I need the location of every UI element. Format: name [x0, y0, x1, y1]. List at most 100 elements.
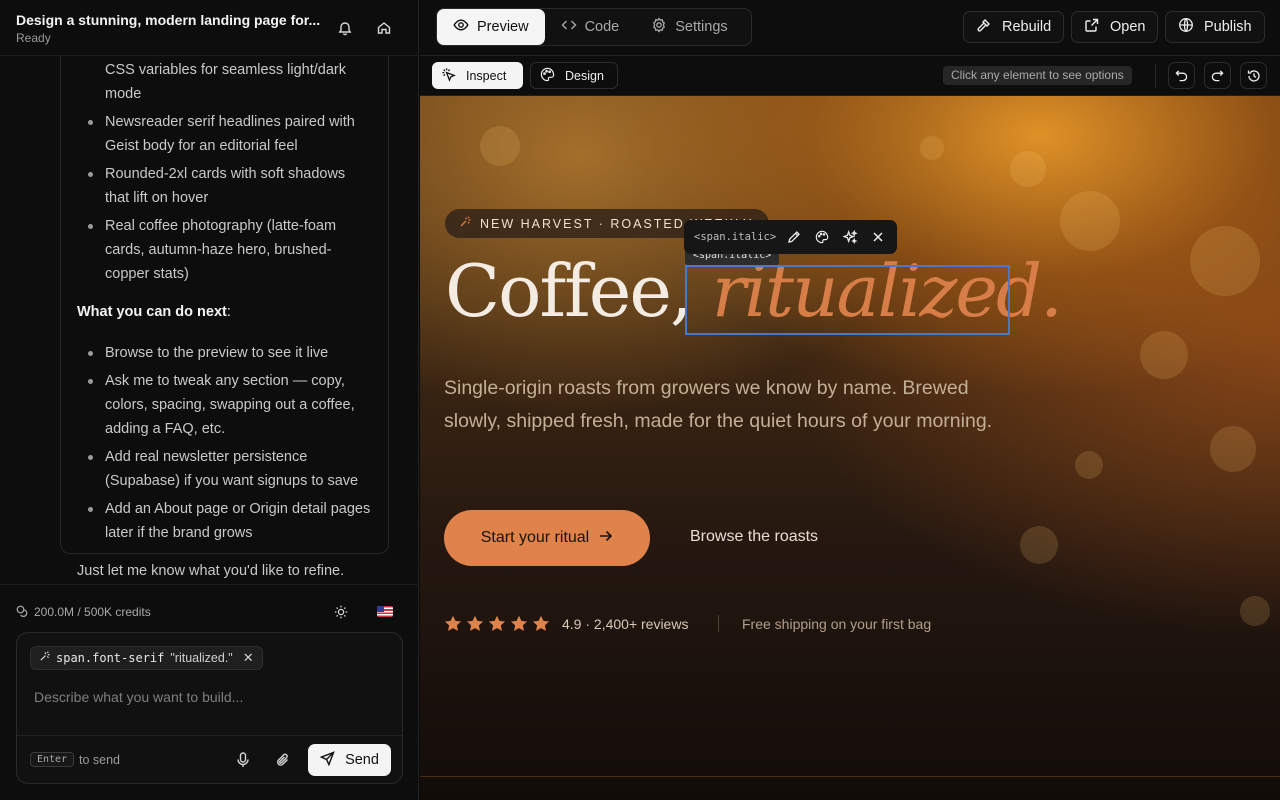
browse-roasts-link[interactable]: Browse the roasts: [690, 528, 818, 546]
workspace-topbar: Preview Code Settings Rebuild Open Publi…: [420, 0, 1280, 56]
chip-text: "ritualized.": [170, 651, 233, 665]
element-toolbar: <span.italic>: [684, 220, 897, 254]
design-button[interactable]: Design: [530, 62, 618, 89]
list-item: Newsreader serif headlines paired with G…: [88, 110, 373, 158]
bokeh-light: [1020, 526, 1058, 564]
external-link-icon: [1084, 17, 1100, 37]
star-icon: [488, 615, 506, 631]
theme-toggle-sun-icon[interactable]: [330, 601, 352, 623]
selected-element-chip[interactable]: span.font-serif "ritualized." ✕: [30, 646, 263, 670]
selection-outline: [685, 265, 1010, 335]
list-item: Rounded-2xl cards with soft shadows that…: [88, 162, 373, 210]
send-label: Send: [345, 752, 379, 768]
star-icon: [466, 615, 484, 631]
open-label: Open: [1110, 19, 1146, 35]
bokeh-light: [920, 136, 944, 160]
bokeh-light: [1210, 426, 1256, 472]
chip-remove-icon[interactable]: ✕: [243, 650, 254, 666]
tab-settings[interactable]: Settings: [635, 9, 743, 45]
close-icon[interactable]: [864, 223, 892, 251]
bokeh-light: [1190, 226, 1260, 296]
pencil-icon[interactable]: [780, 223, 808, 251]
redo-icon[interactable]: [1204, 62, 1231, 89]
list-item: Add an About page or Origin detail pages…: [88, 497, 373, 545]
tab-code[interactable]: Code: [545, 9, 636, 45]
send-button[interactable]: Send: [308, 744, 391, 776]
sparkle-icon: [39, 651, 50, 665]
element-tag: <span.italic>: [694, 231, 777, 243]
sparkle-icon: [459, 216, 471, 231]
list-item: Real coffee photography (latte-foam card…: [88, 214, 373, 286]
rebuild-label: Rebuild: [1002, 19, 1052, 35]
list-item: CSS variables for seamless light/dark mo…: [105, 62, 346, 102]
history-icon[interactable]: [1240, 62, 1267, 89]
composer-footer: Enter to send Send: [17, 735, 402, 783]
inspect-button[interactable]: Inspect: [432, 62, 523, 89]
open-button[interactable]: Open: [1071, 11, 1159, 43]
cta-label: Start your ritual: [480, 529, 590, 546]
publish-label: Publish: [1204, 19, 1252, 35]
tab-settings-label: Settings: [675, 19, 728, 35]
code-icon: [561, 17, 577, 37]
publish-button[interactable]: Publish: [1165, 11, 1265, 43]
next-steps-heading-text: What you can do next: [77, 304, 227, 320]
chip-selector: span.font-serif: [56, 651, 165, 665]
bokeh-light: [1060, 191, 1120, 251]
section-divider: [420, 776, 1280, 777]
ai-sparkles-icon[interactable]: [836, 223, 864, 251]
prompt-input[interactable]: Describe what you want to build...: [34, 689, 243, 705]
list-item: Ask me to tweak any section — copy, colo…: [88, 369, 373, 441]
preview-toolbar: Inspect Design Click any element to see …: [420, 56, 1280, 96]
project-status: Ready: [16, 31, 51, 45]
bokeh-light: [1010, 151, 1046, 187]
next-steps-heading: What you can do next:: [77, 304, 231, 320]
hammer-icon: [976, 17, 992, 37]
divider: [718, 615, 719, 632]
bell-icon[interactable]: [333, 16, 357, 40]
coins-icon: [16, 604, 28, 622]
credits-bar: 200.0M / 500K credits: [0, 584, 419, 632]
us-flag-icon[interactable]: [377, 606, 393, 617]
closing-text: Just let me know what you'd like to refi…: [77, 563, 345, 579]
tab-preview-label: Preview: [477, 19, 529, 35]
bokeh-light: [1240, 596, 1270, 626]
chat-thread: CSS variables for seamless light/dark mo…: [0, 56, 419, 584]
shipping-note: Free shipping on your first bag: [742, 616, 932, 632]
star-icon: [532, 615, 550, 631]
globe-icon: [1178, 17, 1194, 37]
microphone-icon[interactable]: [233, 750, 253, 770]
design-label: Design: [565, 68, 604, 83]
list-item: Browse to the preview to see it live: [88, 341, 373, 365]
bokeh-light: [1075, 451, 1103, 479]
rating-stars: [444, 615, 550, 632]
tab-code-label: Code: [584, 19, 620, 35]
enter-key-hint: Enter: [30, 752, 75, 767]
bokeh-light: [1140, 331, 1188, 379]
start-ritual-button[interactable]: Start your ritual: [444, 510, 650, 566]
paperclip-icon[interactable]: [273, 750, 293, 770]
palette-icon[interactable]: [808, 223, 836, 251]
prompt-composer: span.font-serif "ritualized." ✕ Describe…: [16, 632, 403, 784]
bokeh-light: [480, 126, 520, 166]
toolbar-divider: [1155, 64, 1156, 88]
chat-header: Design a stunning, modern landing page f…: [0, 0, 419, 56]
home-icon[interactable]: [372, 16, 396, 40]
send-hint: to send: [79, 753, 121, 767]
site-preview: NEW HARVEST · ROASTED WEEKLY Coffee, rit…: [420, 96, 1280, 800]
tab-preview[interactable]: Preview: [437, 9, 545, 45]
inspect-label: Inspect: [466, 68, 507, 83]
chat-panel: Design a stunning, modern landing page f…: [0, 0, 419, 800]
star-icon: [510, 615, 528, 631]
cursor-click-icon: [441, 67, 456, 85]
rebuild-button[interactable]: Rebuild: [963, 11, 1065, 43]
star-icon: [444, 615, 462, 631]
list-item: Add real newsletter persistence (Supabas…: [88, 445, 373, 493]
credits-text: 200.0M / 500K credits: [34, 605, 151, 619]
gear-icon: [651, 17, 667, 37]
eye-icon: [453, 17, 469, 37]
hero-headline-plain: Coffee,: [445, 249, 712, 333]
project-title[interactable]: Design a stunning, modern landing page f…: [16, 12, 328, 28]
rating-text: 4.9 · 2,400+ reviews: [562, 616, 689, 632]
undo-icon[interactable]: [1168, 62, 1195, 89]
inspect-hint: Click any element to see options: [943, 66, 1132, 85]
